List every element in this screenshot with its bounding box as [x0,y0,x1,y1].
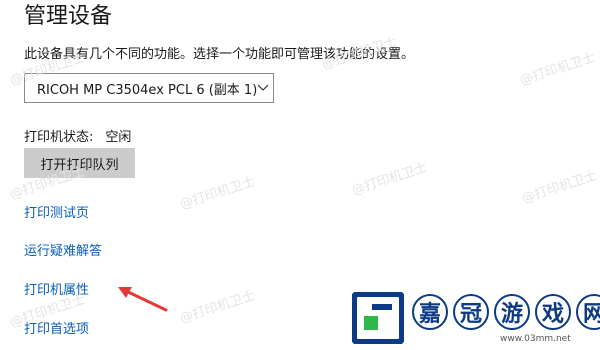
watermark: @打印机卫士 [520,168,600,207]
printer-select[interactable]: RICOH MP C3504ex PCL 6 (副本 1) [24,73,274,103]
site-logo-name: 嘉 冠 游 戏 网 [412,294,600,330]
site-logo-char: 嘉 [412,294,448,330]
site-logo-char: 网 [576,294,600,330]
printer-status-value: 空闲 [105,130,132,145]
watermark: @打印机卫士 [518,50,598,89]
printer-status-label: 打印机状态: [24,130,94,145]
site-logo: 嘉 冠 游 戏 网 www.03mm.net [350,290,600,350]
site-logo-char: 戏 [535,294,571,330]
site-logo-char: 冠 [453,294,489,330]
print-test-page-link[interactable]: 打印测试页 [24,202,89,221]
run-troubleshooter-link[interactable]: 运行疑难解答 [24,240,102,259]
watermark: @打印机卫士 [178,174,258,213]
printer-status: 打印机状态: 空闲 [24,126,131,145]
site-logo-url: www.03mm.net [500,334,571,344]
pointer-arrow-icon [118,287,168,312]
watermark: @打印机卫士 [320,34,400,73]
chevron-down-icon [257,81,269,95]
site-logo-char: 游 [494,294,530,330]
printer-select-value: RICOH MP C3504ex PCL 6 (副本 1) [37,82,258,98]
page-title: 管理设备 [24,4,113,29]
site-logo-mark-icon [352,292,404,344]
watermark: @打印机卫士 [350,160,430,199]
watermark: @打印机卫士 [178,288,258,327]
